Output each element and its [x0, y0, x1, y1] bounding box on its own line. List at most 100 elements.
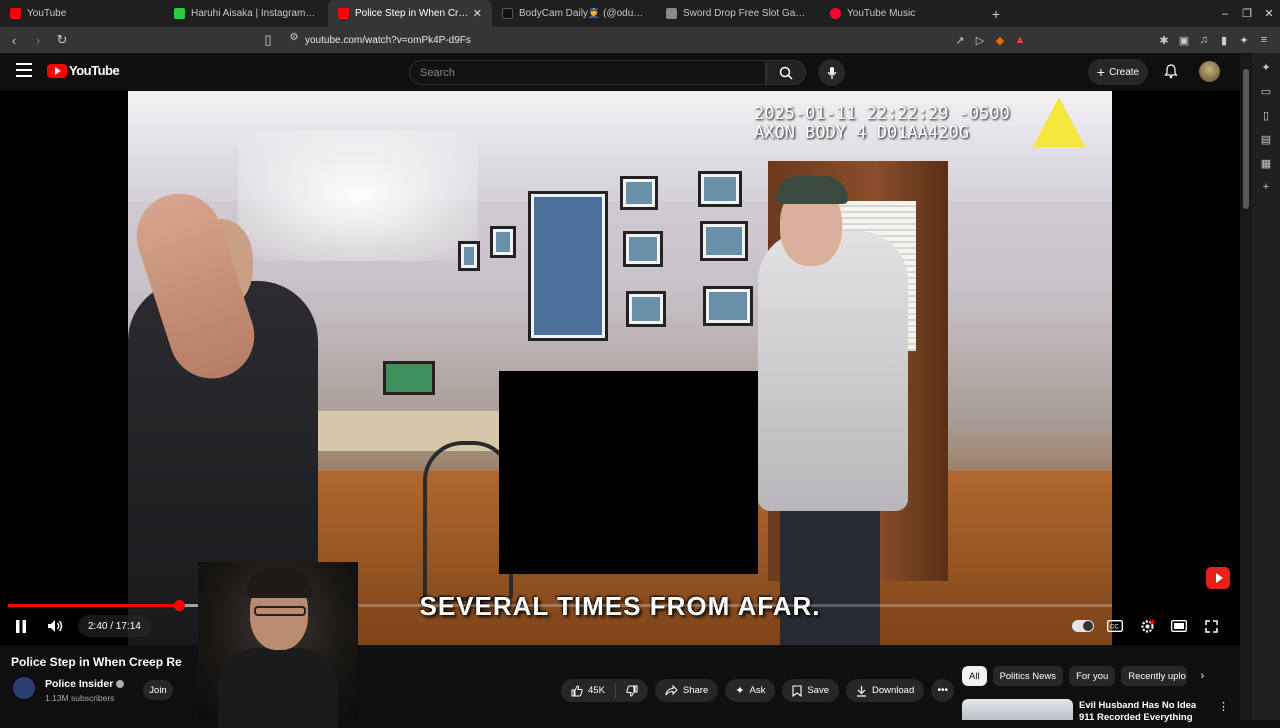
bookmark-icon[interactable]: ▯ [258, 32, 278, 48]
browser-tab-active-video[interactable]: Police Step in When Creep ✕ [328, 0, 492, 27]
channel-name-row[interactable]: Police Insider [45, 678, 125, 690]
browser-tab-youtube-music[interactable]: YouTube Music [820, 0, 984, 27]
bodycam-overlay: 2025-01-11 22:22:29 -0500 AXON BODY 4 D0… [754, 105, 1010, 143]
ask-button[interactable]: ✦ Ask [725, 679, 776, 702]
browser-tab-sword-drop[interactable]: Sword Drop Free Slot Game by [656, 0, 820, 27]
download-button[interactable]: Download [845, 679, 925, 702]
extensions-icon[interactable]: ✱ [1156, 34, 1172, 47]
notifications-bell-icon[interactable] [1161, 61, 1181, 81]
more-actions-button[interactable]: ••• [931, 679, 955, 702]
menu-icon[interactable]: ≡ [1256, 34, 1272, 46]
notes-sidebar-icon[interactable]: ▦ [1261, 157, 1271, 170]
recommended-more-icon[interactable]: ⋮ [1218, 700, 1229, 713]
close-tab-icon[interactable]: ✕ [473, 7, 482, 20]
media-icon[interactable]: ♫ [1196, 34, 1212, 46]
subscribe-watermark-icon[interactable] [1206, 567, 1230, 589]
cast-icon[interactable]: ▷ [972, 34, 988, 47]
linktree-favicon-icon [174, 8, 185, 19]
recommended-video-title[interactable]: Evil Husband Has No Idea 911 Recorded Ev… [1079, 700, 1209, 724]
open-external-icon[interactable]: ↗ [952, 34, 968, 47]
site-info-icon[interactable]: ⚙ [284, 32, 304, 43]
video-player[interactable]: 2025-01-11 22:22:29 -0500 AXON BODY 4 D0… [0, 91, 1240, 645]
pause-icon [16, 619, 26, 633]
tab-title: YouTube [27, 8, 67, 19]
browser-tab-tiktok[interactable]: BodyCam Daily👮 (@odutqgp71 [492, 0, 656, 27]
history-sidebar-icon[interactable]: ▤ [1261, 133, 1271, 146]
maximize-icon[interactable]: ❐ [1236, 7, 1258, 20]
share-label: Share [682, 685, 709, 696]
verified-badge-icon [116, 680, 125, 688]
youtube-header: YouTube Search + Create [0, 53, 1240, 91]
related-filter-chips: All Politics News For you Recently uplo … [962, 666, 1211, 686]
leo-sidebar-icon[interactable]: ✦ [1261, 61, 1270, 74]
scrollbar-thumb[interactable] [1243, 69, 1249, 209]
pause-button[interactable] [10, 615, 32, 637]
brave-rewards-icon[interactable]: ▲ [1012, 34, 1028, 46]
chip-all[interactable]: All [962, 666, 987, 686]
player-controls-right: CC [1072, 615, 1222, 637]
search-input[interactable]: Search [409, 60, 766, 85]
autoplay-toggle[interactable] [1072, 615, 1094, 637]
scene-person-right-legs [780, 501, 880, 645]
new-tab-button[interactable]: + [984, 6, 1008, 22]
join-button[interactable]: Join [143, 680, 173, 700]
close-window-icon[interactable]: ✕ [1258, 7, 1280, 20]
save-button[interactable]: Save [782, 679, 839, 702]
browser-toolbar: ‹ › ↻ ▯ ⚙ youtube.com/watch?v=omPk4P-d9F… [0, 27, 1280, 53]
sparkle-icon: ✦ [735, 685, 745, 697]
progress-bar[interactable] [8, 600, 1112, 611]
like-count: 45K [588, 685, 605, 696]
like-button[interactable]: 45K [561, 679, 615, 702]
theater-mode-button[interactable] [1168, 615, 1190, 637]
reload-icon[interactable]: ↻ [52, 32, 72, 48]
hamburger-menu-icon[interactable] [16, 63, 32, 77]
chips-next-icon[interactable]: › [1193, 670, 1211, 682]
brave-shield-icon[interactable]: ◆ [992, 34, 1008, 47]
player-controls-left: 2:40 / 17:14 [10, 615, 151, 637]
tab-title: BodyCam Daily👮 (@odutqgp71 [519, 8, 646, 19]
chip-for-you[interactable]: For you [1069, 666, 1116, 686]
bookmarks-sidebar-icon[interactable]: ▯ [1263, 109, 1269, 122]
address-bar-url[interactable]: youtube.com/watch?v=omPk4P-d9Fs [305, 31, 471, 49]
download-label: Download [871, 685, 915, 696]
fullscreen-icon [1204, 619, 1218, 633]
chip-politics-news[interactable]: Politics News [992, 666, 1064, 686]
browser-tab-youtube[interactable]: YouTube [0, 0, 164, 27]
browser-tab-bar: YouTube Haruhi Aisaka | Instagram | Lin … [0, 0, 1280, 27]
page-scrollbar[interactable] [1240, 53, 1252, 720]
tab-title: Police Step in When Creep [355, 8, 469, 19]
like-dislike-group: 45K [561, 679, 648, 702]
scene-wall-photos [458, 171, 758, 371]
create-button[interactable]: + Create [1088, 59, 1148, 85]
leo-ai-icon[interactable]: ✦ [1236, 34, 1252, 47]
youtube-logo[interactable]: YouTube [47, 63, 120, 78]
channel-avatar[interactable] [13, 677, 35, 699]
forward-icon[interactable]: › [28, 33, 48, 48]
search-button[interactable] [766, 60, 806, 85]
back-icon[interactable]: ‹ [4, 33, 24, 48]
volume-button[interactable] [44, 615, 66, 637]
chip-recently-uploaded[interactable]: Recently uplo [1121, 666, 1188, 686]
settings-button[interactable] [1136, 615, 1158, 637]
minimize-icon[interactable]: – [1214, 8, 1236, 20]
scene-light [238, 131, 478, 261]
more-horizontal-icon: ••• [937, 685, 948, 696]
theater-mode-icon [1171, 620, 1187, 632]
video-title: Police Step in When Creep Re [11, 655, 182, 669]
subtitles-button[interactable]: CC [1104, 615, 1126, 637]
recommended-video-thumbnail[interactable] [962, 699, 1073, 720]
share-button[interactable]: Share [654, 679, 719, 702]
tab-title: Haruhi Aisaka | Instagram | Lin [191, 8, 318, 19]
voice-search-button[interactable] [818, 59, 845, 86]
screenshot-icon[interactable]: ▣ [1176, 34, 1192, 47]
search-placeholder: Search [420, 66, 455, 79]
sidebar-toggle-icon[interactable]: ▮ [1216, 34, 1232, 47]
account-avatar[interactable] [1199, 61, 1220, 82]
browser-tab-instagram[interactable]: Haruhi Aisaka | Instagram | Lin [164, 0, 328, 27]
fullscreen-button[interactable] [1200, 615, 1222, 637]
add-sidebar-item-icon[interactable]: + [1263, 181, 1269, 193]
settings-gear-icon [1140, 619, 1155, 633]
reading-list-icon[interactable]: ▭ [1261, 85, 1271, 98]
youtube-music-favicon-icon [830, 8, 841, 19]
dislike-button[interactable] [616, 679, 648, 702]
